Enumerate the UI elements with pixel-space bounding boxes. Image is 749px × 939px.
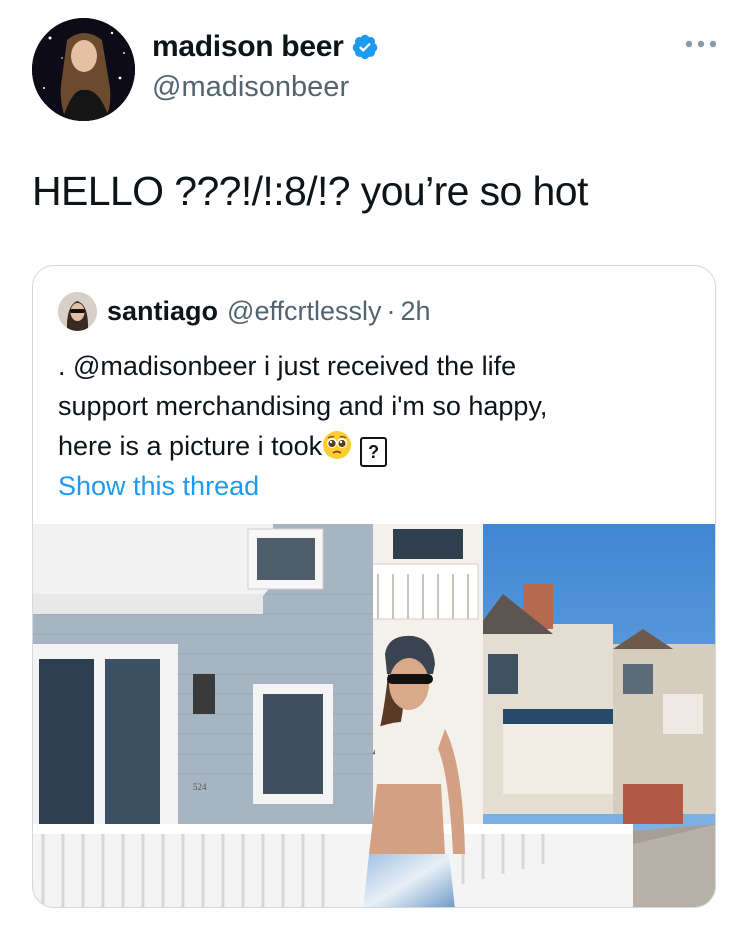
unsupported-glyph: ?	[360, 437, 388, 467]
house-number: 524	[193, 782, 207, 792]
quoted-author-avatar[interactable]	[58, 292, 97, 331]
tweet-text: HELLO ???!/!:8/!? you’re so hot	[32, 168, 588, 214]
author-avatar[interactable]	[32, 18, 135, 121]
quoted-text-line: here is a picture i took ?	[58, 426, 698, 467]
show-thread-link[interactable]: Show this thread	[58, 471, 259, 502]
quoted-author-handle[interactable]: @effcrtlessly	[227, 296, 381, 327]
quoted-text-line: support merchandising and i'm so happy,	[58, 391, 548, 421]
quoted-tweet-card[interactable]: santiago @effcrtlessly · 2h . @madisonbe…	[32, 265, 716, 908]
more-icon[interactable]	[683, 38, 719, 50]
dot-separator: ·	[386, 296, 396, 326]
quoted-text-segment: here is a picture i took	[58, 431, 323, 461]
pleading-face-icon	[323, 431, 352, 459]
author-name[interactable]: madison beer	[152, 30, 344, 64]
verified-badge-icon	[353, 34, 378, 60]
quoted-text-line: . @madisonbeer i just received the life	[58, 351, 517, 381]
quoted-author-name[interactable]: santiago	[107, 296, 218, 327]
quoted-tweet-photo[interactable]: 524	[33, 524, 716, 908]
quoted-timestamp[interactable]: 2h	[400, 296, 430, 327]
quoted-tweet-text: . @madisonbeer i just received the life …	[58, 346, 698, 467]
author-handle[interactable]: @madisonbeer	[152, 71, 349, 104]
quoted-tweet-header: santiago @effcrtlessly · 2h	[58, 292, 431, 331]
